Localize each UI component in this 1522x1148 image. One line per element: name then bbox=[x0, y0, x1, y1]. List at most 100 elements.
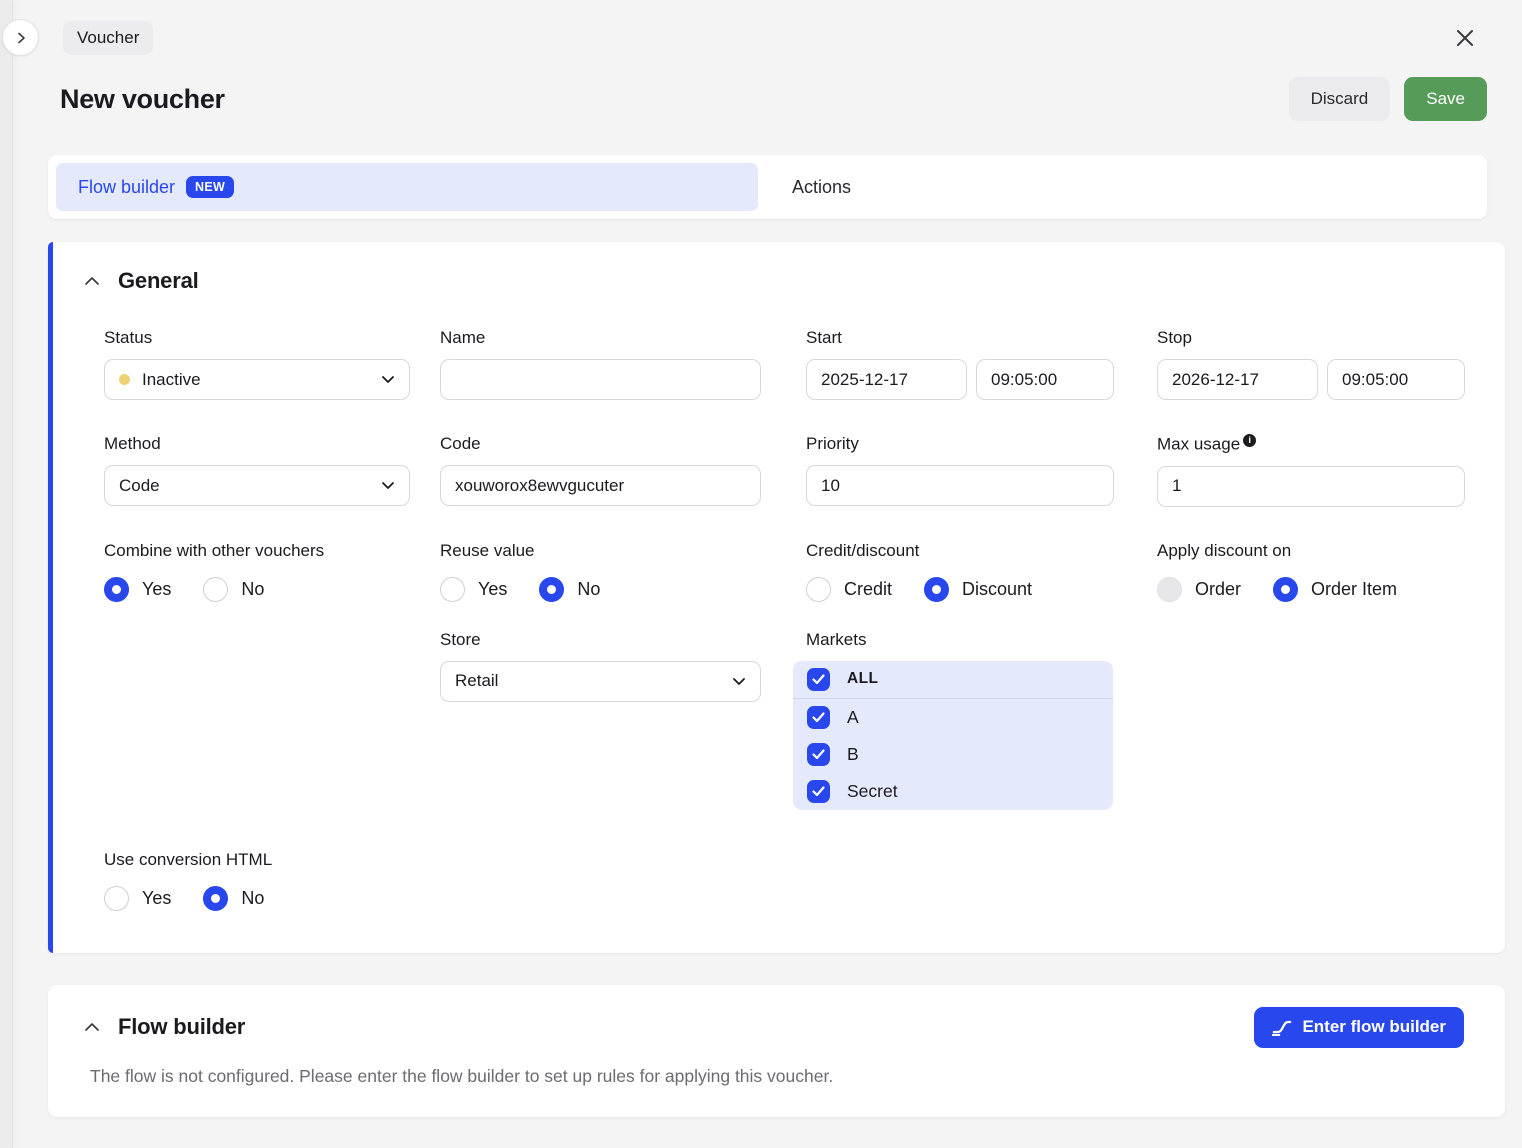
left-rail bbox=[0, 0, 13, 1148]
store-label: Store bbox=[440, 630, 761, 650]
form-row-2: Method Code Code Priority Max usagei bbox=[68, 434, 1465, 507]
max-usage-input[interactable] bbox=[1157, 466, 1465, 507]
reuse-label: Reuse value bbox=[440, 541, 761, 561]
priority-input[interactable] bbox=[806, 465, 1114, 506]
main-content: Voucher New voucher Discard Save Flow bu… bbox=[48, 0, 1505, 1117]
discard-button[interactable]: Discard bbox=[1289, 77, 1391, 121]
combine-option-no[interactable]: No bbox=[203, 577, 264, 602]
breadcrumb[interactable]: Voucher bbox=[63, 21, 153, 55]
form-row-3: Combine with other vouchers Yes No Reuse… bbox=[68, 541, 1465, 602]
flow-icon bbox=[1272, 1018, 1292, 1036]
flow-builder-section-title: Flow builder bbox=[118, 1014, 245, 1040]
combine-option-yes[interactable]: Yes bbox=[104, 577, 171, 602]
chevron-down-icon bbox=[381, 481, 395, 490]
tab-flow-builder[interactable]: Flow builder NEW bbox=[56, 163, 758, 211]
tab-bar: Flow builder NEW Actions bbox=[48, 155, 1487, 219]
enter-flow-builder-button[interactable]: Enter flow builder bbox=[1254, 1007, 1464, 1048]
expand-sidebar-button[interactable] bbox=[2, 19, 39, 56]
save-button[interactable]: Save bbox=[1404, 77, 1487, 121]
name-label: Name bbox=[440, 328, 761, 348]
radio-unselected-icon[interactable] bbox=[806, 577, 831, 602]
chevron-down-icon bbox=[732, 677, 746, 686]
store-select[interactable]: Retail bbox=[440, 661, 761, 702]
flow-builder-section: Flow builder Enter flow builder The flow… bbox=[48, 985, 1505, 1117]
stop-time-input[interactable] bbox=[1327, 359, 1465, 400]
tab-actions[interactable]: Actions bbox=[782, 165, 861, 210]
start-label: Start bbox=[806, 328, 1114, 348]
code-input[interactable] bbox=[440, 465, 761, 506]
reuse-option-no[interactable]: No bbox=[539, 577, 600, 602]
form-row-1: Status Inactive Name Start bbox=[68, 328, 1465, 400]
reuse-option-yes[interactable]: Yes bbox=[440, 577, 507, 602]
apply-discount-radio-group: Order Order Item bbox=[1157, 577, 1465, 602]
conversion-radio-group: Yes No bbox=[104, 886, 524, 911]
market-row-b[interactable]: B bbox=[793, 736, 1113, 773]
market-row-all[interactable]: ALL bbox=[793, 661, 1113, 699]
checkbox-checked-icon[interactable] bbox=[807, 780, 830, 803]
name-input[interactable] bbox=[440, 359, 761, 400]
info-icon[interactable]: i bbox=[1243, 434, 1256, 447]
collapse-chevron-icon[interactable] bbox=[83, 276, 101, 286]
status-value: Inactive bbox=[142, 370, 201, 390]
status-dot-icon bbox=[119, 374, 130, 385]
max-usage-label: Max usagei bbox=[1157, 434, 1465, 455]
markets-label: Markets bbox=[806, 630, 1114, 650]
radio-unselected-icon[interactable] bbox=[440, 577, 465, 602]
method-label: Method bbox=[104, 434, 410, 454]
market-row-a[interactable]: A bbox=[793, 699, 1113, 736]
checkbox-checked-icon[interactable] bbox=[807, 668, 830, 691]
page-title: New voucher bbox=[60, 84, 225, 115]
enter-flow-builder-label: Enter flow builder bbox=[1302, 1017, 1446, 1037]
combine-label: Combine with other vouchers bbox=[104, 541, 410, 561]
status-label: Status bbox=[104, 328, 410, 348]
method-value: Code bbox=[119, 476, 160, 496]
credit-option[interactable]: Credit bbox=[806, 577, 892, 602]
checkbox-checked-icon[interactable] bbox=[807, 706, 830, 729]
form-row-4: Store Retail Markets ALL bbox=[68, 630, 1465, 810]
radio-selected-icon[interactable] bbox=[203, 886, 228, 911]
checkbox-checked-icon[interactable] bbox=[807, 743, 830, 766]
store-value: Retail bbox=[455, 671, 498, 691]
close-button[interactable] bbox=[1455, 28, 1475, 48]
conversion-option-yes[interactable]: Yes bbox=[104, 886, 171, 911]
title-actions: Discard Save bbox=[1289, 77, 1487, 121]
discount-option[interactable]: Discount bbox=[924, 577, 1032, 602]
credit-discount-radio-group: Credit Discount bbox=[806, 577, 1114, 602]
radio-selected-icon[interactable] bbox=[539, 577, 564, 602]
radio-unselected-icon[interactable] bbox=[104, 886, 129, 911]
chevron-right-icon bbox=[15, 32, 27, 44]
radio-unselected-icon[interactable] bbox=[203, 577, 228, 602]
code-label: Code bbox=[440, 434, 761, 454]
collapse-chevron-icon[interactable] bbox=[83, 1022, 101, 1032]
combine-radio-group: Yes No bbox=[104, 577, 410, 602]
new-badge: NEW bbox=[186, 176, 234, 198]
radio-disabled-icon[interactable] bbox=[1157, 577, 1182, 602]
tab-flow-builder-label: Flow builder bbox=[78, 177, 175, 198]
general-section: General Status Inactive Name bbox=[48, 242, 1505, 953]
chevron-down-icon bbox=[381, 375, 395, 384]
conversion-option-no[interactable]: No bbox=[203, 886, 264, 911]
start-date-input[interactable] bbox=[806, 359, 967, 400]
apply-discount-label: Apply discount on bbox=[1157, 541, 1465, 561]
title-row: New voucher Discard Save bbox=[48, 77, 1505, 121]
close-icon bbox=[1455, 28, 1475, 48]
status-select[interactable]: Inactive bbox=[104, 359, 410, 400]
general-section-header[interactable]: General bbox=[68, 268, 1465, 294]
start-time-input[interactable] bbox=[976, 359, 1114, 400]
radio-selected-icon[interactable] bbox=[924, 577, 949, 602]
general-section-title: General bbox=[118, 268, 199, 294]
radio-selected-icon[interactable] bbox=[1273, 577, 1298, 602]
market-row-secret[interactable]: Secret bbox=[793, 773, 1113, 810]
reuse-radio-group: Yes No bbox=[440, 577, 761, 602]
priority-label: Priority bbox=[806, 434, 1114, 454]
credit-discount-label: Credit/discount bbox=[806, 541, 1114, 561]
order-option[interactable]: Order bbox=[1157, 577, 1241, 602]
method-select[interactable]: Code bbox=[104, 465, 410, 506]
stop-label: Stop bbox=[1157, 328, 1465, 348]
stop-date-input[interactable] bbox=[1157, 359, 1318, 400]
order-item-option[interactable]: Order Item bbox=[1273, 577, 1397, 602]
topbar: Voucher bbox=[48, 0, 1505, 55]
radio-selected-icon[interactable] bbox=[104, 577, 129, 602]
flow-builder-message: The flow is not configured. Please enter… bbox=[90, 1066, 1464, 1087]
flow-builder-section-header[interactable]: Flow builder bbox=[68, 1014, 245, 1040]
